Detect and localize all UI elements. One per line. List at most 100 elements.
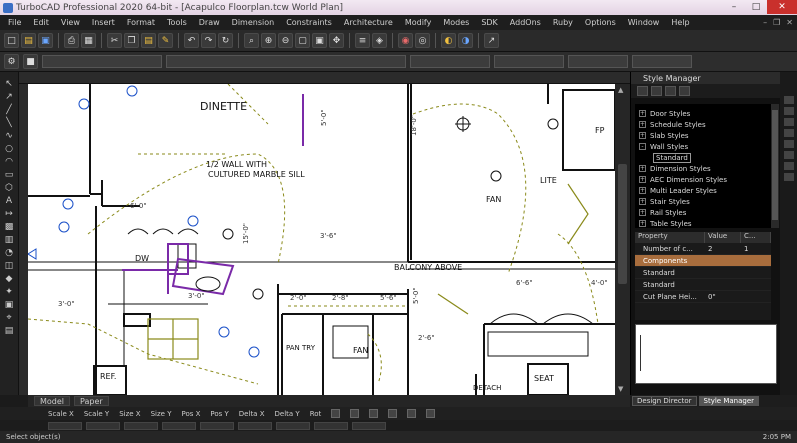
doc-minimize-icon[interactable]: –	[763, 18, 767, 27]
doc-close-icon[interactable]: ✕	[786, 18, 793, 27]
scroll-down-icon[interactable]: ▼	[618, 385, 623, 393]
scale-y-field[interactable]	[86, 421, 120, 430]
side-tool-icon[interactable]	[784, 96, 794, 104]
layers-icon[interactable]: ≡	[355, 33, 370, 48]
menu-format[interactable]: Format	[121, 18, 161, 27]
scale-x-field[interactable]	[48, 421, 82, 430]
copy-icon[interactable]: ❐	[124, 33, 139, 48]
collapse-icon[interactable]: -	[639, 143, 646, 150]
pos-x-field[interactable]	[200, 421, 234, 430]
measure-icon[interactable]: ⌖	[3, 312, 16, 323]
menu-modes[interactable]: Modes	[437, 18, 475, 27]
polygon-icon[interactable]: ⬡	[3, 182, 16, 193]
print-preview-icon[interactable]: ▦	[81, 33, 96, 48]
menu-dimension[interactable]: Dimension	[226, 18, 281, 27]
arc-icon[interactable]: ◠	[3, 156, 16, 167]
size-x-field[interactable]	[124, 421, 158, 430]
scale-combo[interactable]	[632, 55, 692, 68]
close-icon[interactable]: ✕	[767, 0, 797, 14]
scroll-up-icon[interactable]: ▲	[618, 86, 623, 94]
side-tool-icon[interactable]	[784, 173, 794, 181]
property-row-components[interactable]: Components	[635, 255, 771, 267]
zoom-extents-icon[interactable]: ▢	[295, 33, 310, 48]
tree-node-aec-dimension-styles[interactable]: + AEC Dimension Styles	[635, 174, 771, 185]
menu-window[interactable]: Window	[622, 18, 666, 27]
menu-edit[interactable]: Edit	[27, 18, 55, 27]
circle-icon[interactable]: ○	[3, 143, 16, 154]
undo-icon[interactable]: ↶	[184, 33, 199, 48]
expand-icon[interactable]: +	[639, 187, 646, 194]
tab-design-director[interactable]: Design Director	[632, 396, 697, 406]
expand-icon[interactable]: +	[639, 121, 646, 128]
menu-architecture[interactable]: Architecture	[338, 18, 399, 27]
import-style-icon[interactable]	[679, 86, 690, 96]
tree-node-multi-leader-styles[interactable]: + Multi Leader Styles	[635, 185, 771, 196]
menu-ruby[interactable]: Ruby	[547, 18, 579, 27]
expand-icon[interactable]: +	[639, 209, 646, 216]
minimize-icon[interactable]: –	[723, 0, 745, 14]
side-tool-icon[interactable]	[784, 162, 794, 170]
doc-restore-icon[interactable]: ❐	[773, 18, 780, 27]
transparency-combo[interactable]	[568, 55, 628, 68]
property-row[interactable]: Standard	[635, 267, 771, 279]
node-edit-icon[interactable]: ↗	[3, 91, 16, 102]
expand-icon[interactable]: +	[639, 198, 646, 205]
tab-paper[interactable]: Paper	[74, 396, 109, 406]
pen-combo[interactable]	[42, 55, 162, 68]
maximize-icon[interactable]: □	[745, 0, 767, 14]
line-icon[interactable]: ╱	[3, 104, 16, 115]
tree-scroll-thumb[interactable]	[772, 110, 778, 220]
snap-icon[interactable]	[331, 409, 341, 418]
rot-field[interactable]	[352, 421, 386, 430]
eraser-icon[interactable]: ▤	[3, 325, 16, 336]
format-painter-icon[interactable]: ✎	[158, 33, 173, 48]
menu-addons[interactable]: AddOns	[504, 18, 547, 27]
hatch-icon[interactable]: ▩	[3, 221, 16, 232]
menu-help[interactable]: Help	[665, 18, 695, 27]
tree-node-slab-styles[interactable]: + Slab Styles	[635, 130, 771, 141]
snap-icon[interactable]	[426, 409, 436, 418]
color-icon[interactable]: ■	[23, 54, 38, 69]
property-row[interactable]: Standard	[635, 279, 771, 291]
edit-style-icon[interactable]	[651, 86, 662, 96]
tab-style-manager[interactable]: Style Manager	[698, 396, 760, 406]
insert-icon[interactable]: ▣	[3, 299, 16, 310]
side-tool-icon[interactable]	[784, 140, 794, 148]
snap-icon[interactable]	[388, 409, 398, 418]
tree-node-standard[interactable]: Standard	[635, 152, 771, 163]
tab-model[interactable]: Model	[34, 396, 71, 406]
expand-icon[interactable]: +	[639, 165, 646, 172]
select-icon[interactable]: ◈	[372, 33, 387, 48]
open-folder-icon[interactable]: ▤	[21, 33, 36, 48]
zoom-in-icon[interactable]: ⊕	[261, 33, 276, 48]
wall-tool-icon[interactable]: ▥	[3, 234, 16, 245]
size-y-field[interactable]	[162, 421, 196, 430]
print-icon[interactable]: ⎙	[64, 33, 79, 48]
menu-options[interactable]: Options	[579, 18, 622, 27]
delta-y-field[interactable]	[314, 421, 348, 430]
polyline-icon[interactable]: ╲	[3, 117, 16, 128]
layer-combo[interactable]	[166, 55, 406, 68]
side-tool-icon[interactable]	[784, 129, 794, 137]
rectangle-icon[interactable]: ▭	[3, 169, 16, 180]
text-icon[interactable]: A	[3, 195, 16, 206]
zoom-out-icon[interactable]: ⊖	[278, 33, 293, 48]
tree-node-table-styles[interactable]: + Table Styles	[635, 218, 771, 228]
pan-icon[interactable]: ✥	[329, 33, 344, 48]
menu-insert[interactable]: Insert	[86, 18, 121, 27]
expand-icon[interactable]: +	[639, 132, 646, 139]
zoom-all-icon[interactable]: ▣	[312, 33, 327, 48]
help-pointer-icon[interactable]: ↗	[484, 33, 499, 48]
menu-modify[interactable]: Modify	[399, 18, 438, 27]
tree-node-stair-styles[interactable]: + Stair Styles	[635, 196, 771, 207]
property-row[interactable]: Cut Plane Hei... 0"	[635, 291, 771, 303]
save-icon[interactable]: ▣	[38, 33, 53, 48]
3d-icon[interactable]: ◆	[3, 273, 16, 284]
side-tool-icon[interactable]	[784, 107, 794, 115]
side-tool-icon[interactable]	[784, 151, 794, 159]
gear-icon[interactable]: ⚙	[4, 54, 19, 69]
camera-icon[interactable]: ◎	[415, 33, 430, 48]
expand-icon[interactable]: +	[639, 110, 646, 117]
render-icon[interactable]: ◉	[398, 33, 413, 48]
modify-icon[interactable]: ✦	[3, 286, 16, 297]
